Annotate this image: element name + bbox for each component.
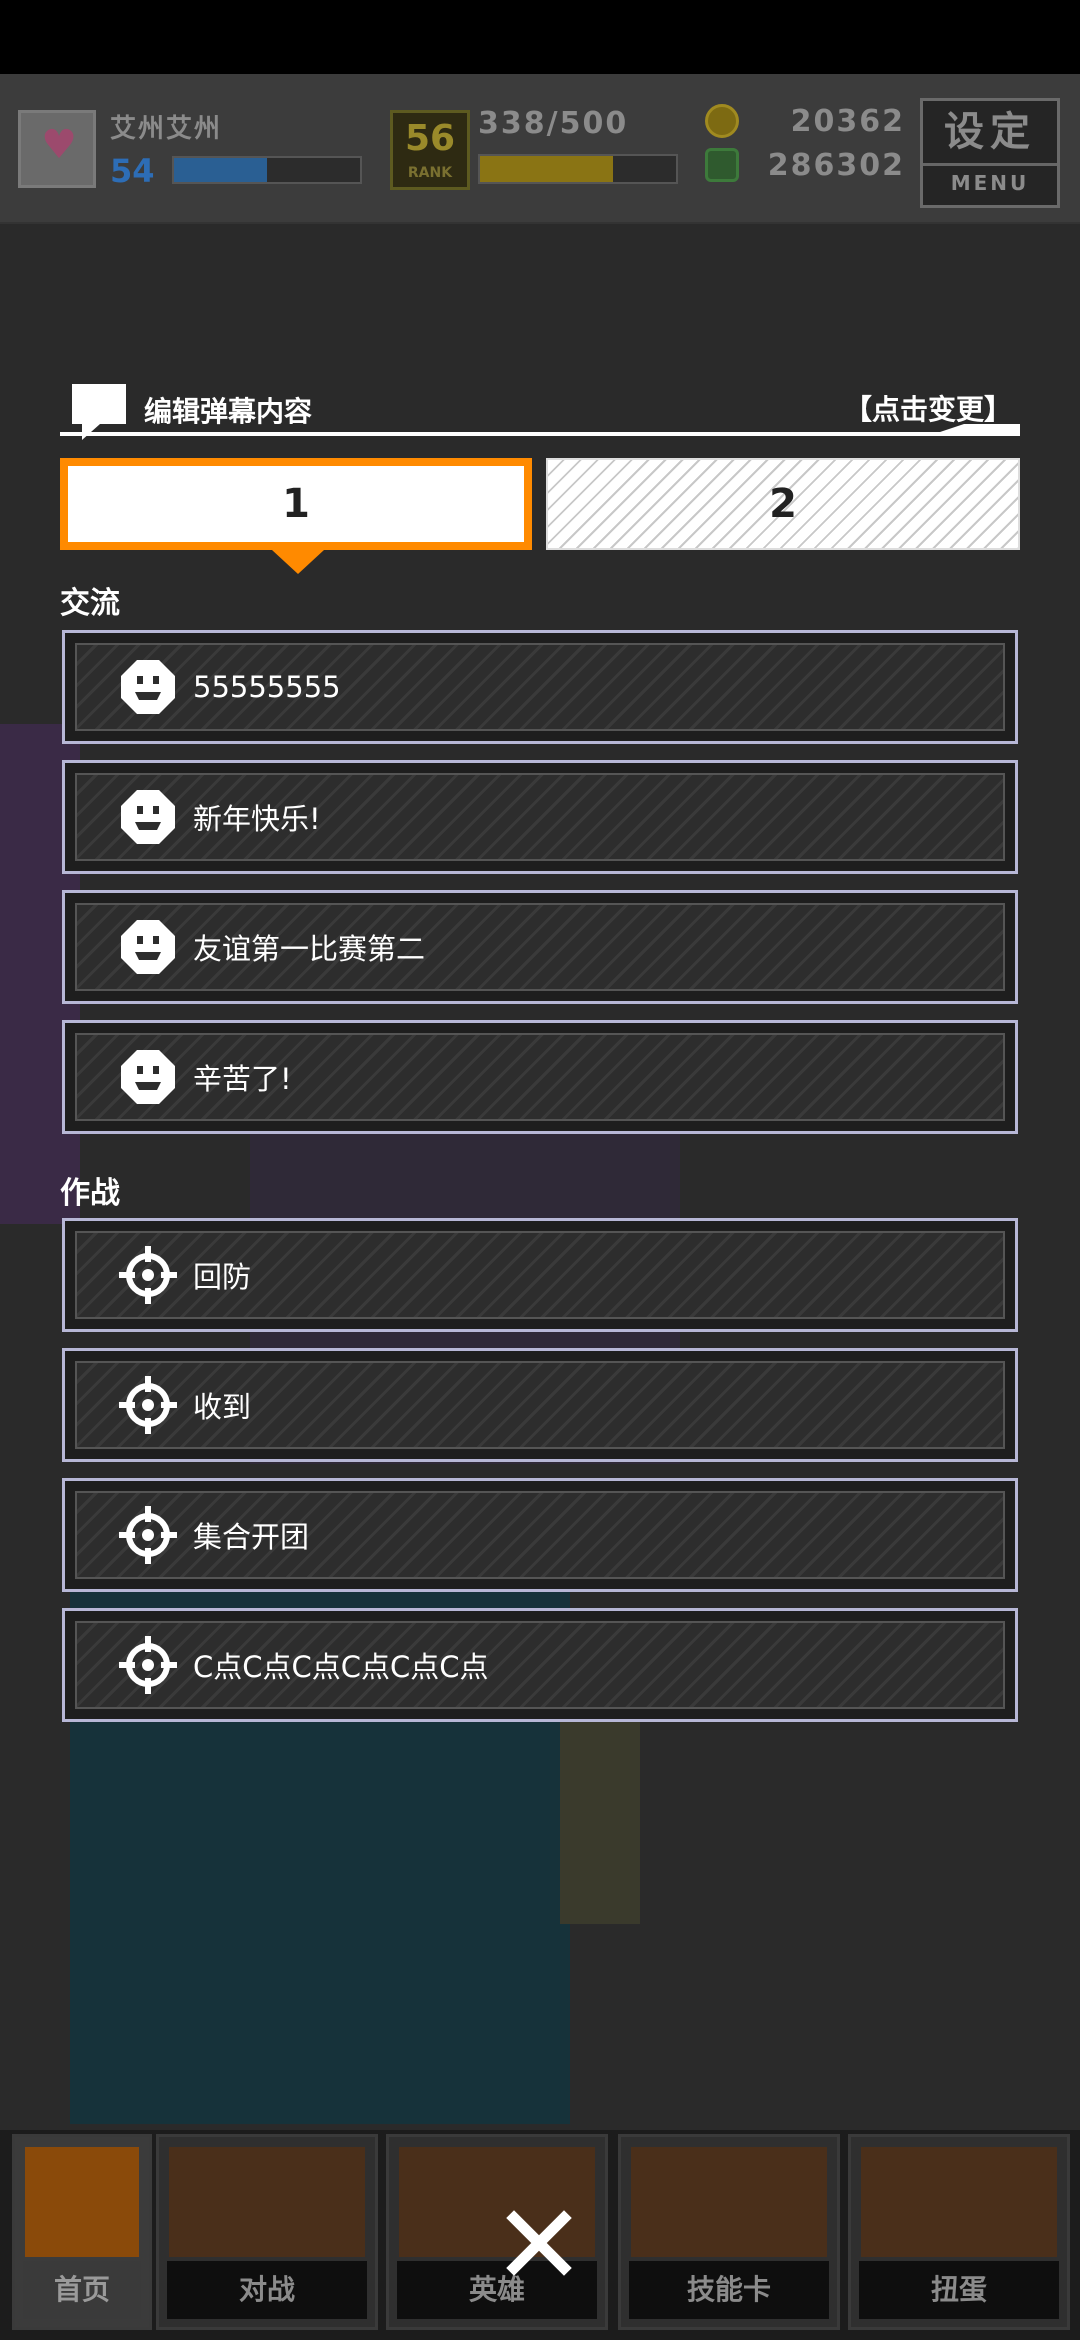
- message-slot[interactable]: 收到: [62, 1348, 1018, 1462]
- nav-label: 扭蛋: [859, 2261, 1059, 2319]
- nav-item-skill-card[interactable]: 技能卡: [618, 2134, 840, 2330]
- player-level: 54: [110, 152, 155, 190]
- system-status-bar: [0, 0, 1080, 74]
- message-slot[interactable]: C点C点C点C点C点C点: [62, 1608, 1018, 1722]
- message-slot[interactable]: 55555555: [62, 630, 1018, 744]
- message-text: C点C点C点C点C点C点: [193, 1650, 489, 1684]
- smiley-face-icon: [121, 1050, 175, 1104]
- tab-1[interactable]: 1: [60, 458, 532, 550]
- crosshair-icon: [119, 1506, 177, 1564]
- crosshair-icon: [119, 1636, 177, 1694]
- message-slot[interactable]: 友谊第一比赛第二: [62, 890, 1018, 1004]
- exp-bar: [172, 156, 362, 184]
- crosshair-icon: [119, 1376, 177, 1434]
- message-text: 收到: [193, 1390, 252, 1424]
- rank-badge-number: 56: [404, 118, 456, 159]
- message-text: 回防: [193, 1260, 252, 1294]
- nav-label: 首页: [23, 2261, 141, 2319]
- smiley-face-icon: [121, 660, 175, 714]
- nav-label: 对战: [167, 2261, 367, 2319]
- header-divider: [60, 432, 1020, 436]
- message-slot[interactable]: 新年快乐!: [62, 760, 1018, 874]
- selected-tab-pointer: [272, 550, 324, 574]
- coin-balance: 20362: [790, 104, 905, 139]
- message-text: 友谊第一比赛第二: [193, 932, 426, 966]
- coin-icon: [705, 104, 739, 138]
- skill-card-icon: [631, 2147, 827, 2257]
- close-button[interactable]: [496, 2200, 582, 2286]
- message-text: 辛苦了!: [193, 1062, 292, 1096]
- message-slot[interactable]: 集合开团: [62, 1478, 1018, 1592]
- stamina-counter: 338/500: [478, 106, 629, 141]
- section-label-communication: 交流: [60, 586, 120, 621]
- gamepad-icon: [169, 2147, 365, 2257]
- tab-2[interactable]: 2: [546, 458, 1020, 550]
- game-top-header: ♥ 艾州艾州 54 56 RANK 338/500 20362 286302 设…: [0, 74, 1080, 224]
- change-link[interactable]: 【点击变更】: [844, 388, 1012, 428]
- close-x-icon: [506, 2210, 572, 2276]
- crosshair-icon: [119, 1246, 177, 1304]
- message-text: 集合开团: [193, 1520, 310, 1554]
- message-text: 新年快乐!: [193, 802, 321, 836]
- editor-title: 编辑弹幕内容: [144, 395, 313, 428]
- menu-button-subtitle: MENU: [923, 163, 1057, 200]
- nav-label: 技能卡: [629, 2261, 829, 2319]
- settings-menu-button[interactable]: 设定 MENU: [920, 98, 1060, 208]
- smiley-face-icon: [121, 790, 175, 844]
- menu-button-title: 设定: [944, 109, 1036, 155]
- stamina-bar-fill: [480, 156, 614, 182]
- exp-bar-fill: [174, 158, 267, 182]
- message-text: 55555555: [193, 670, 341, 704]
- stamina-bar: [478, 154, 678, 184]
- nav-item-gacha[interactable]: 扭蛋: [848, 2134, 1070, 2330]
- player-name: 艾州艾州: [110, 114, 223, 144]
- gem-icon: [705, 148, 739, 182]
- rank-badge-word: RANK: [407, 165, 453, 181]
- home-return-icon: [25, 2147, 139, 2257]
- nav-item-home[interactable]: 首页: [12, 2134, 152, 2330]
- message-slot[interactable]: 回防: [62, 1218, 1018, 1332]
- smiley-face-icon: [121, 920, 175, 974]
- section-label-combat: 作战: [60, 1176, 120, 1211]
- chat-bubble-icon: [72, 384, 126, 440]
- player-avatar: ♥: [18, 110, 96, 188]
- gacha-icon: [861, 2147, 1057, 2257]
- message-slot[interactable]: 辛苦了!: [62, 1020, 1018, 1134]
- rank-badge: 56 RANK: [390, 110, 470, 190]
- nav-item-battle[interactable]: 对战: [156, 2134, 378, 2330]
- heart-icon: ♥: [41, 122, 77, 168]
- gem-balance: 286302: [767, 148, 905, 183]
